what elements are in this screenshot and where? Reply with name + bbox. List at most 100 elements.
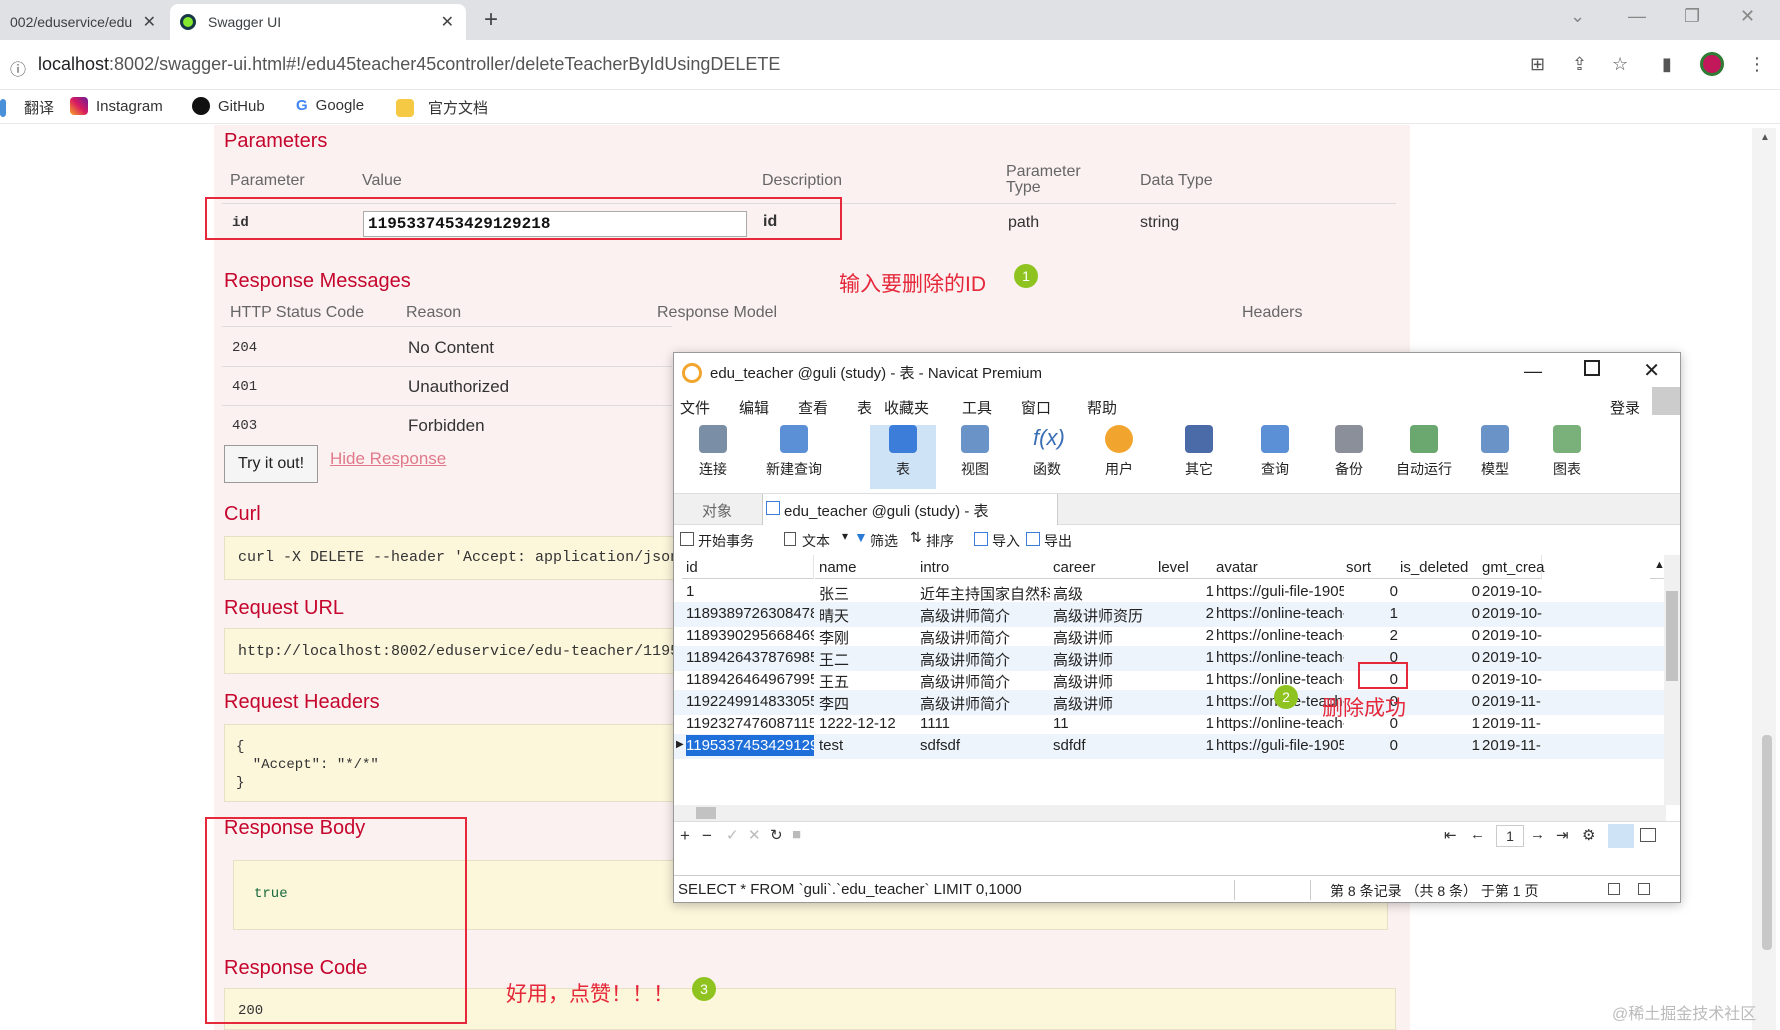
cell-name[interactable]: 王五 — [819, 671, 919, 692]
cell-intro[interactable]: 1111 — [920, 715, 1050, 732]
cell-is-deleted[interactable]: 0 — [1400, 649, 1480, 666]
export-button[interactable]: 导出 — [1044, 531, 1072, 551]
more-menu-icon[interactable]: ⋮ — [1748, 54, 1766, 75]
side-panel-icon[interactable]: ▮ — [1662, 54, 1672, 75]
cell-is-deleted[interactable]: 0 — [1400, 583, 1480, 600]
cell-gmt-crea[interactable]: 2019-11- — [1482, 715, 1542, 732]
cell-name[interactable]: 王二 — [819, 649, 919, 670]
apply-icon[interactable]: ✓ — [726, 826, 739, 844]
prev-page-icon[interactable]: ← — [1470, 826, 1485, 843]
cell-intro[interactable]: 高级讲师简介 — [920, 693, 1050, 714]
cell-intro[interactable]: 高级讲师简介 — [920, 627, 1050, 648]
cell-intro[interactable]: sdfsdf — [920, 737, 1050, 754]
cell-avatar[interactable]: https://online-teach- — [1216, 649, 1344, 666]
tab-eduservice[interactable]: 002/eduservice/edu ✕ — [0, 4, 168, 40]
try-it-out-button[interactable]: Try it out! — [224, 445, 318, 483]
cell-is-deleted[interactable]: 0 — [1400, 693, 1480, 710]
cell-career[interactable]: 高级讲师 — [1053, 627, 1157, 648]
bookmark-instagram[interactable]: Instagram — [70, 97, 163, 115]
cell-career[interactable]: 高级讲师 — [1053, 693, 1157, 714]
page-scrollbar-thumb[interactable] — [1762, 735, 1772, 950]
menu-help[interactable]: 帮助 — [1087, 397, 1117, 418]
menu-file[interactable]: 文件 — [680, 397, 710, 418]
chevron-down-icon[interactable]: ⌄ — [1570, 6, 1585, 27]
cell-career[interactable]: 高级讲师 — [1053, 671, 1157, 692]
cell-name[interactable]: 张三 — [819, 583, 919, 604]
cell-gmt-crea[interactable]: 2019-10- — [1482, 605, 1542, 622]
cell-avatar[interactable]: https://online-teach- — [1216, 627, 1344, 644]
column-header-id[interactable]: id — [682, 555, 814, 579]
cell-name[interactable]: test — [819, 737, 919, 754]
menu-tools[interactable]: 工具 — [962, 397, 992, 418]
login-link[interactable]: 登录 — [1610, 397, 1640, 418]
grid-hscroll-thumb[interactable] — [696, 807, 716, 819]
cell-career[interactable]: 11 — [1053, 715, 1157, 732]
cell-avatar[interactable]: https://online-teach- — [1216, 605, 1344, 622]
hide-response-link[interactable]: Hide Response — [330, 449, 446, 469]
menu-window[interactable]: 窗口 — [1021, 397, 1051, 418]
restore-icon[interactable]: ❐ — [1684, 6, 1700, 27]
tab-objects[interactable]: 对象 — [702, 500, 732, 521]
cell-sort[interactable]: 0 — [1346, 737, 1398, 754]
begin-transaction-button[interactable]: 开始事务 — [698, 531, 754, 551]
column-header-gmt-crea[interactable]: gmt_crea — [1478, 555, 1545, 579]
cell-sort[interactable]: 2 — [1346, 627, 1398, 644]
minimize-icon[interactable]: — — [1524, 361, 1542, 382]
bookmark-docs[interactable]: 官方文档 — [396, 97, 488, 118]
cell-name[interactable]: 李四 — [819, 693, 919, 714]
tool-model[interactable]: 模型 — [1462, 425, 1528, 479]
cell-name[interactable]: 李刚 — [819, 627, 919, 648]
cell-intro[interactable]: 高级讲师简介 — [920, 671, 1050, 692]
stop-icon[interactable]: ■ — [792, 826, 801, 843]
menu-edit[interactable]: 编辑 — [739, 397, 769, 418]
cell-level[interactable]: 2 — [1158, 605, 1214, 622]
cell-is-deleted[interactable]: 0 — [1400, 605, 1480, 622]
tool-connect[interactable]: 连接 — [680, 425, 746, 479]
cell-is-deleted[interactable]: 0 — [1400, 671, 1480, 688]
share-icon[interactable]: ⇪ — [1572, 54, 1587, 75]
tool-new-query[interactable]: 新建查询 — [754, 425, 834, 479]
column-header-intro[interactable]: intro — [916, 555, 1050, 579]
user-avatar-icon[interactable] — [1652, 387, 1680, 415]
tool-table[interactable]: 表 — [870, 425, 936, 489]
filter-button[interactable]: 筛选 — [870, 531, 898, 551]
refresh-icon[interactable]: ↻ — [770, 826, 783, 844]
close-window-icon[interactable]: ✕ — [1643, 358, 1660, 383]
sort-button[interactable]: 排序 — [926, 531, 954, 551]
minimize-icon[interactable]: — — [1628, 6, 1646, 27]
first-page-icon[interactable]: ⇤ — [1444, 826, 1457, 844]
cell-intro[interactable]: 高级讲师简介 — [920, 605, 1050, 626]
cell-gmt-crea[interactable]: 2019-10- — [1482, 671, 1542, 688]
page-number-input[interactable]: 1 — [1496, 825, 1524, 847]
bookmark-translate[interactable]: 翻译 — [0, 97, 54, 118]
cell-is-deleted[interactable]: 1 — [1400, 715, 1480, 732]
cell-name[interactable]: 1222-12-12 — [819, 715, 919, 732]
tab-swagger-ui[interactable]: Swagger UI ✕ — [170, 4, 466, 40]
text-button[interactable]: 文本 — [802, 531, 830, 551]
cell-level[interactable]: 1 — [1158, 671, 1214, 688]
menu-favorites[interactable]: 收藏夹 — [884, 397, 929, 418]
cell-avatar[interactable]: https://guli-file-1905 — [1216, 737, 1344, 754]
import-button[interactable]: 导入 — [992, 531, 1020, 551]
cell-level[interactable]: 2 — [1158, 627, 1214, 644]
last-page-icon[interactable]: ⇥ — [1556, 826, 1569, 844]
cell-is-deleted[interactable]: 1 — [1400, 737, 1480, 754]
cell-gmt-crea[interactable]: 2019-10- — [1482, 583, 1542, 600]
bookmark-star-icon[interactable]: ☆ — [1612, 54, 1628, 75]
menu-table[interactable]: 表 — [857, 397, 872, 418]
translate-icon[interactable]: ⊞ — [1530, 54, 1545, 75]
cell-intro[interactable]: 近年主持国家自然科学 — [920, 583, 1050, 604]
cell-name[interactable]: 晴天 — [819, 605, 919, 626]
dropdown-icon[interactable]: ▾ — [842, 529, 848, 543]
cancel-icon[interactable]: ✕ — [748, 826, 761, 844]
close-window-icon[interactable]: ✕ — [1740, 6, 1755, 27]
column-header-is-deleted[interactable]: is_deleted — [1396, 555, 1480, 579]
tool-view[interactable]: 视图 — [942, 425, 1008, 479]
cell-sort[interactable]: 0 — [1346, 583, 1398, 600]
bookmark-google[interactable]: G Google — [296, 97, 364, 114]
cell-id[interactable]: 118938972630847897 — [686, 605, 814, 622]
cell-career[interactable]: sdfdf — [1053, 737, 1157, 754]
column-header-sort[interactable]: sort — [1342, 555, 1398, 579]
delete-record-icon[interactable]: − — [702, 826, 712, 846]
settings-icon[interactable]: ⚙ — [1582, 826, 1595, 844]
